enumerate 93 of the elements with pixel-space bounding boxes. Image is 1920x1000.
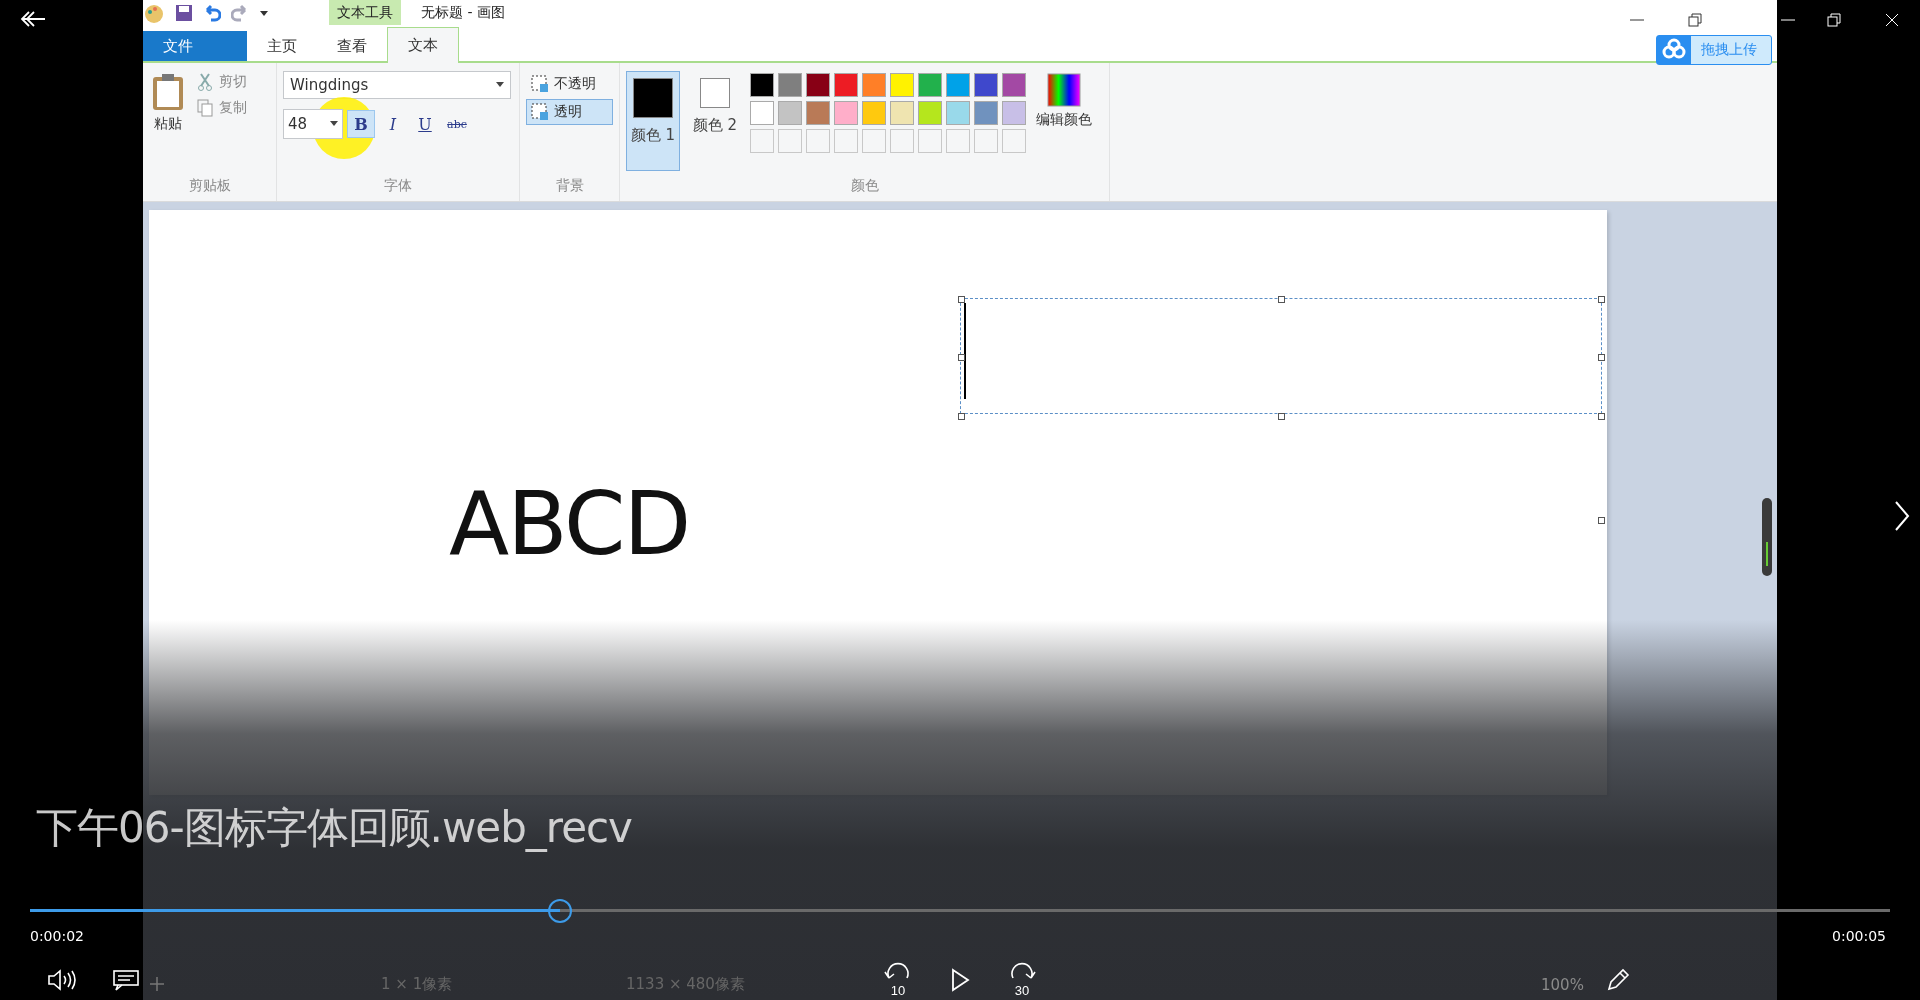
palette-swatch[interactable] xyxy=(750,101,774,125)
group-label: 剪贴板 xyxy=(187,177,232,195)
empty-swatch[interactable] xyxy=(974,129,998,153)
status-text: 1 × 1像素 xyxy=(381,975,453,994)
video-title: 下午06-图标字体回顾.web_recv xyxy=(36,802,632,854)
resize-handle[interactable] xyxy=(1278,296,1285,303)
palette-swatch[interactable] xyxy=(918,101,942,125)
close-icon xyxy=(1885,13,1899,27)
copy-icon xyxy=(197,99,213,117)
cut-button[interactable]: 剪切 xyxy=(195,71,249,93)
status-text: 1133 × 480像素 xyxy=(626,975,745,994)
move-icon xyxy=(149,976,165,992)
next-chevron-icon[interactable] xyxy=(1894,500,1910,532)
palette-swatch[interactable] xyxy=(890,73,914,97)
empty-swatch[interactable] xyxy=(834,129,858,153)
italic-button[interactable]: I xyxy=(379,110,407,138)
resize-handle[interactable] xyxy=(1598,354,1605,361)
status-text: 100% xyxy=(1541,976,1584,994)
color-spectrum-icon xyxy=(1047,73,1081,107)
scissors-icon xyxy=(197,73,213,91)
palette-swatch[interactable] xyxy=(946,73,970,97)
group-label: 颜色 xyxy=(849,177,880,195)
clipboard-icon xyxy=(151,73,185,111)
resize-handle[interactable] xyxy=(958,354,965,361)
minimize-icon xyxy=(1630,19,1644,21)
canvas-text: ABCD xyxy=(449,472,690,575)
palette-swatch[interactable] xyxy=(750,73,774,97)
resize-handle[interactable] xyxy=(1278,413,1285,420)
context-tab-label: 文本工具 xyxy=(329,0,401,25)
elapsed-time: 0:00:02 xyxy=(30,928,84,944)
empty-swatch[interactable] xyxy=(750,129,774,153)
background-option[interactable]: 不透明 xyxy=(526,71,613,97)
bold-button[interactable]: B xyxy=(347,110,375,138)
palette-swatch[interactable] xyxy=(890,101,914,125)
dropdown-caret-icon xyxy=(496,82,504,88)
ribbon-tab[interactable]: 文本 xyxy=(387,27,459,63)
empty-swatch[interactable] xyxy=(862,129,886,153)
background-option[interactable]: 透明 xyxy=(526,99,613,125)
palette-swatch[interactable] xyxy=(778,73,802,97)
minimize-icon xyxy=(1781,19,1795,21)
palette-swatch[interactable] xyxy=(778,101,802,125)
empty-swatch[interactable] xyxy=(1002,129,1026,153)
file-menu-tab[interactable]: 文件 xyxy=(143,31,247,61)
play-icon xyxy=(950,968,970,992)
edit-colors-button[interactable]: 编辑颜色 xyxy=(1034,71,1094,177)
palette-swatch[interactable] xyxy=(806,73,830,97)
font-size-dropdown[interactable]: 48 xyxy=(283,109,343,139)
back-arrow-icon[interactable] xyxy=(20,10,46,28)
restore-icon xyxy=(1688,13,1702,27)
restore-icon xyxy=(1827,13,1841,27)
palette-swatch[interactable] xyxy=(862,73,886,97)
empty-swatch[interactable] xyxy=(918,129,942,153)
font-family-dropdown[interactable]: Wingdings xyxy=(283,71,511,99)
palette-swatch[interactable] xyxy=(974,101,998,125)
empty-swatch[interactable] xyxy=(778,129,802,153)
palette-swatch[interactable] xyxy=(834,73,858,97)
dropdown-caret-icon xyxy=(330,121,338,127)
subtitles-icon xyxy=(112,968,140,992)
palette-swatch[interactable] xyxy=(974,73,998,97)
resize-handle[interactable] xyxy=(958,296,965,303)
color-slot[interactable]: 颜色 2 xyxy=(688,71,742,171)
save-icon[interactable] xyxy=(175,3,193,22)
resize-handle[interactable] xyxy=(1598,413,1605,420)
empty-swatch[interactable] xyxy=(806,129,830,153)
palette-swatch[interactable] xyxy=(834,101,858,125)
paste-button[interactable]: 粘贴 xyxy=(149,71,187,177)
empty-swatch[interactable] xyxy=(890,129,914,153)
drawing-canvas[interactable]: ABCD xyxy=(149,210,1607,795)
window-title: 无标题 - 画图 xyxy=(421,3,505,22)
palette-swatch[interactable] xyxy=(1002,73,1026,97)
group-label: 背景 xyxy=(554,177,585,195)
group-label: 字体 xyxy=(383,177,413,195)
total-time: 0:00:05 xyxy=(1832,928,1886,944)
resize-handle[interactable] xyxy=(1598,517,1605,524)
skip-forward-button[interactable]: 30 xyxy=(1000,962,1044,998)
text-frame-icon xyxy=(531,103,549,121)
pencil-icon xyxy=(1605,967,1631,993)
palette-swatch[interactable] xyxy=(806,101,830,125)
skip-back-button[interactable]: 10 xyxy=(876,962,920,998)
undo-icon[interactable] xyxy=(203,3,221,22)
resize-handle[interactable] xyxy=(958,413,965,420)
palette-swatch[interactable] xyxy=(918,73,942,97)
resize-handle[interactable] xyxy=(1598,296,1605,303)
empty-swatch[interactable] xyxy=(946,129,970,153)
underline-button[interactable]: U xyxy=(411,110,439,138)
strike-button[interactable]: abc xyxy=(443,110,471,138)
palette-swatch[interactable] xyxy=(862,101,886,125)
color-slot[interactable]: 颜色 1 xyxy=(626,71,680,171)
progress-thumb[interactable] xyxy=(548,899,573,923)
text-frame-icon xyxy=(531,75,549,93)
redo-icon[interactable] xyxy=(231,3,249,22)
palette-swatch[interactable] xyxy=(1002,101,1026,125)
palette-swatch[interactable] xyxy=(946,101,970,125)
